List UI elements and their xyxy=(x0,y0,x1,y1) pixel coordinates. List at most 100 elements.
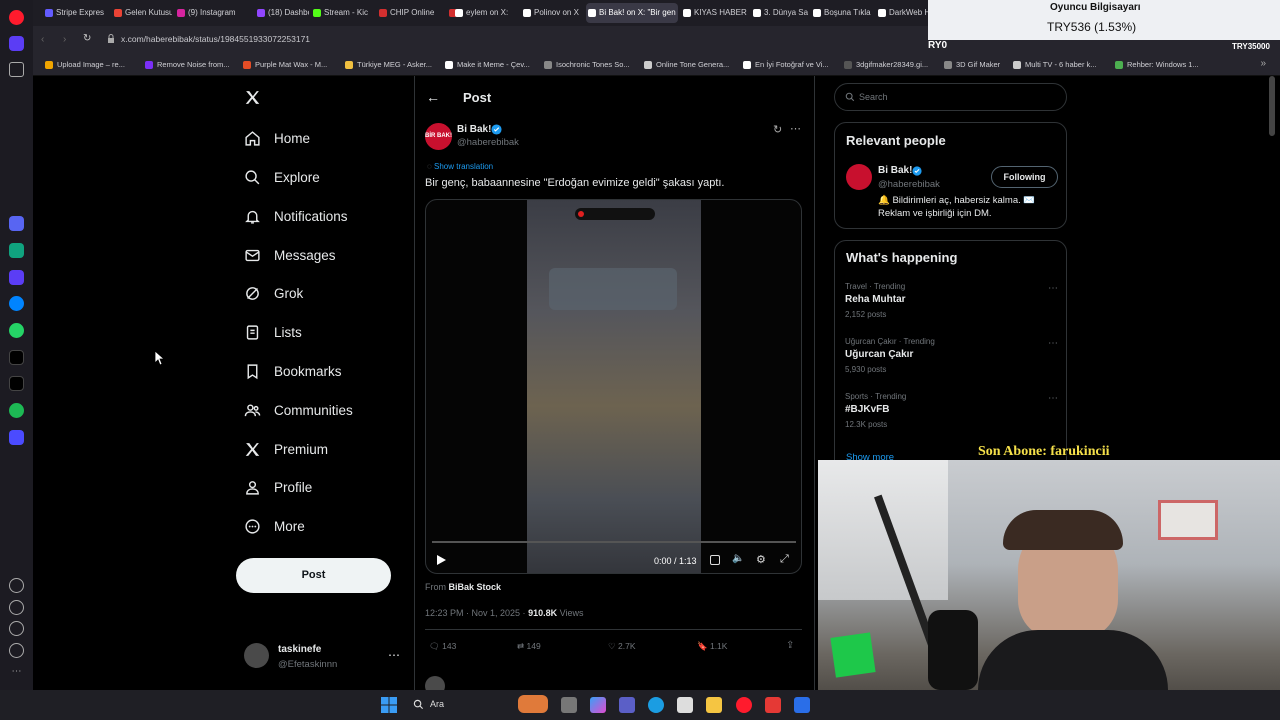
back-icon[interactable]: ‹ xyxy=(41,34,44,45)
video-progress-track[interactable] xyxy=(432,541,796,543)
windows-start-icon[interactable] xyxy=(381,697,397,713)
reload-icon[interactable]: ↻ xyxy=(83,33,91,44)
cs-app-icon[interactable] xyxy=(9,270,24,285)
nav-notifications[interactable]: Notifications xyxy=(243,204,348,228)
forward-icon[interactable]: › xyxy=(63,34,66,45)
browser-tab[interactable]: 3. Dünya Sav xyxy=(751,3,808,23)
edge-icon[interactable] xyxy=(648,697,664,713)
lightbulb-icon[interactable] xyxy=(9,643,24,658)
bookmark-item[interactable]: 3dgifmaker28349.gi... xyxy=(844,60,928,69)
reply-button[interactable]: 🗨 143 xyxy=(429,641,456,652)
browser-tab[interactable]: eylem on X: xyxy=(453,3,518,23)
browser-tab[interactable]: (9) Instagram xyxy=(175,3,253,23)
bookmarks-overflow-icon[interactable]: » xyxy=(1260,58,1266,69)
trend-item[interactable]: Sports · Trending #BJKvFB 12.3K posts ⋯ xyxy=(835,391,1068,439)
nav-bookmarks[interactable]: Bookmarks xyxy=(243,359,342,383)
task-view-icon[interactable] xyxy=(561,697,577,713)
history-icon[interactable] xyxy=(9,600,24,615)
heart-icon[interactable] xyxy=(9,578,24,593)
account-avatar[interactable] xyxy=(244,643,269,668)
nav-lists[interactable]: Lists xyxy=(243,320,302,344)
author-handle[interactable]: @haberebibak xyxy=(457,137,519,148)
home-workspace-icon[interactable] xyxy=(9,36,24,51)
browser-tab[interactable]: Bi Bak! on X: "Bir gen xyxy=(586,3,678,23)
whatsapp-icon[interactable] xyxy=(9,323,24,338)
bookmark-item[interactable]: Remove Noise from... xyxy=(145,60,230,69)
captions-icon[interactable] xyxy=(710,555,720,565)
search-box[interactable]: Search xyxy=(834,83,1067,111)
post-menu-icon[interactable]: ⋯ xyxy=(790,122,801,135)
like-button[interactable]: ♡ 2.7K xyxy=(608,641,636,652)
url-field[interactable]: x.com/haberebibak/status/198455193307225… xyxy=(121,34,310,44)
blue-app-icon[interactable] xyxy=(794,697,810,713)
nav-messages[interactable]: Messages xyxy=(243,243,336,267)
bookmark-item[interactable]: Isochronic Tones So... xyxy=(544,60,630,69)
fullscreen-icon[interactable]: ⤢ xyxy=(780,553,789,566)
x-logo-icon[interactable] xyxy=(244,89,261,106)
pinboard-icon[interactable] xyxy=(9,62,24,77)
spotify-icon[interactable] xyxy=(9,403,24,418)
play-icon[interactable] xyxy=(435,554,447,566)
author-name[interactable]: Bi Bak! xyxy=(457,124,491,135)
taskbar-search[interactable]: Ara xyxy=(410,695,550,714)
back-arrow-icon[interactable]: ← xyxy=(426,89,440,105)
page-scrollbar[interactable] xyxy=(1269,76,1275,136)
video-player[interactable]: 0:00 / 1:13 🔈 ⚙ ⤢ xyxy=(425,199,802,574)
file-explorer-icon[interactable] xyxy=(706,697,722,713)
browser-tab[interactable]: Gelen Kutusu xyxy=(112,3,172,23)
chatgpt-icon[interactable] xyxy=(9,243,24,258)
bookmark-item[interactable]: Online Tone Genera... xyxy=(644,60,729,69)
player-icon[interactable] xyxy=(9,430,24,445)
trend-item[interactable]: Uğurcan Çakır · Trending Uğurcan Çakır 5… xyxy=(835,336,1068,384)
browser-tab[interactable]: Stream - Kic xyxy=(311,3,375,23)
share-icon[interactable]: ⇪ xyxy=(786,640,794,651)
person-handle[interactable]: @haberebibak xyxy=(878,179,940,190)
trend-item[interactable]: Travel · Trending Reha Muhtar 2,152 post… xyxy=(835,281,1068,329)
store-icon[interactable] xyxy=(677,697,693,713)
browser-tab[interactable]: KIYAS HABER xyxy=(681,3,747,23)
browser-tab[interactable]: (18) Dashbo xyxy=(255,3,309,23)
bookmark-item[interactable]: Upload Image – re... xyxy=(45,60,125,69)
following-button[interactable]: Following xyxy=(991,166,1058,188)
repost-button[interactable]: ⇄ 149 xyxy=(517,641,541,652)
nav-explore[interactable]: Explore xyxy=(243,165,320,189)
bookmark-item[interactable]: Make it Meme - Çev... xyxy=(445,60,530,69)
bookmark-button[interactable]: 🔖 1.1K xyxy=(697,641,727,652)
browser-tab[interactable]: Stripe Expres xyxy=(43,3,109,23)
aria-icon[interactable] xyxy=(9,216,24,231)
nav-grok[interactable]: Grok xyxy=(243,281,303,305)
trend-menu-icon[interactable]: ⋯ xyxy=(1048,393,1058,404)
opera-taskbar-icon[interactable] xyxy=(736,697,752,713)
bookmark-item[interactable]: 3D Gif Maker xyxy=(944,60,1000,69)
browser-tab[interactable]: CHIP Online xyxy=(377,3,445,23)
bookmark-item[interactable]: Türkiye MEG - Asker... xyxy=(345,60,432,69)
bookmark-item[interactable]: Multi TV - 6 haber k... xyxy=(1013,60,1097,69)
settings-icon[interactable] xyxy=(9,621,24,636)
nav-profile[interactable]: Profile xyxy=(243,475,312,499)
opera-logo-icon[interactable] xyxy=(9,10,24,25)
person-name[interactable]: Bi Bak! xyxy=(878,165,912,176)
more-dots-icon[interactable]: ⋯ xyxy=(9,664,24,679)
compose-post-button[interactable]: Post xyxy=(236,558,391,593)
bookmark-item[interactable]: En İyi Fotoğraf ve Vi... xyxy=(743,60,829,69)
bookmark-item[interactable]: Purple Mat Wax - M... xyxy=(243,60,327,69)
nav-home[interactable]: Home xyxy=(243,126,310,150)
person-avatar[interactable] xyxy=(846,164,872,190)
bookmark-item[interactable]: Rehber: Windows 1... xyxy=(1115,60,1199,69)
teams-icon[interactable] xyxy=(619,697,635,713)
copilot-icon[interactable] xyxy=(590,697,606,713)
red-app-icon[interactable] xyxy=(765,697,781,713)
browser-tab[interactable]: Boşuna Tıkla xyxy=(811,3,873,23)
tiktok-icon[interactable] xyxy=(9,350,24,365)
author-avatar[interactable]: BİR BAK! xyxy=(425,123,452,150)
volume-icon[interactable]: 🔈 xyxy=(732,553,744,564)
show-translation-link[interactable]: ◌ Show translation xyxy=(427,162,493,171)
x-app-icon[interactable] xyxy=(9,376,24,391)
trend-menu-icon[interactable]: ⋯ xyxy=(1048,283,1058,294)
post-timestamp[interactable]: 12:23 PM · Nov 1, 2025 · xyxy=(425,608,526,618)
nav-communities[interactable]: Communities xyxy=(243,398,353,422)
messenger-icon[interactable] xyxy=(9,296,24,311)
browser-tab[interactable]: Polinov on X xyxy=(521,3,583,23)
grok-explain-icon[interactable]: ↻ xyxy=(773,123,782,136)
account-menu-icon[interactable]: ⋯ xyxy=(388,648,400,662)
